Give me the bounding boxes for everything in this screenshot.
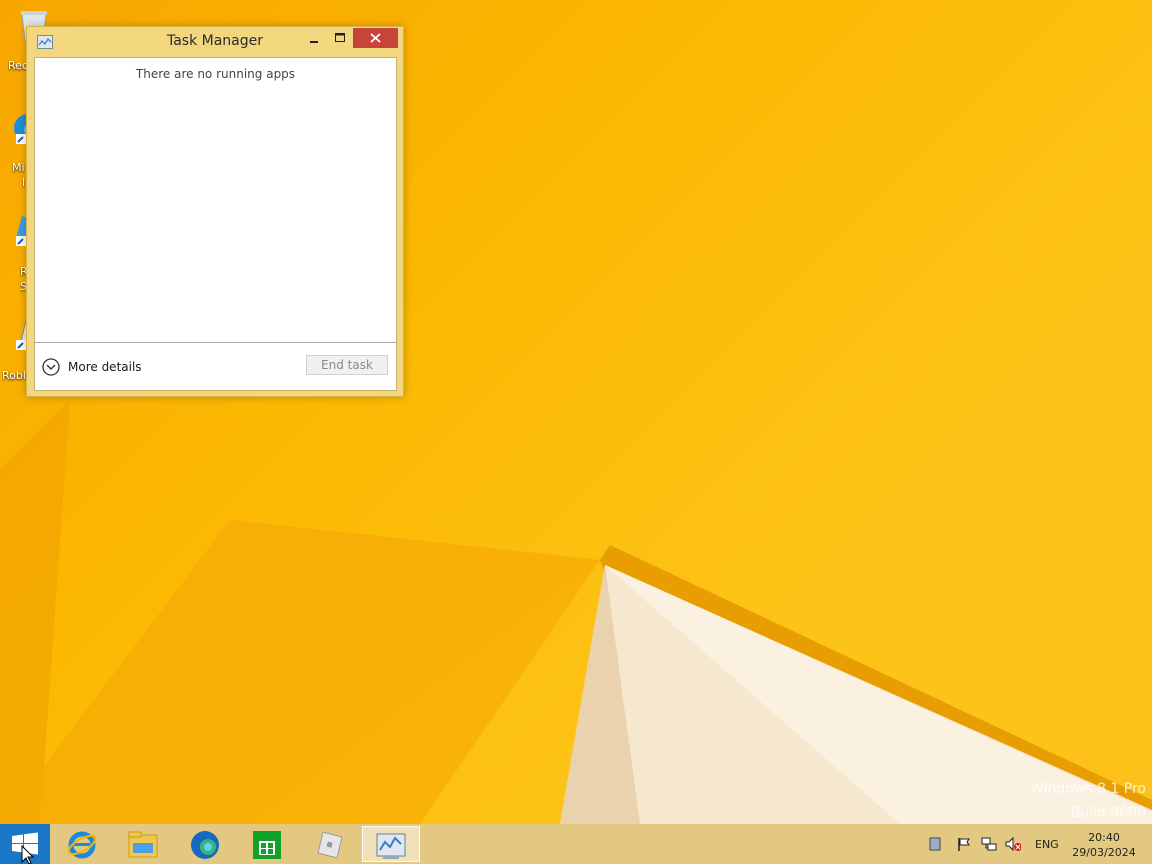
file-explorer-icon [128,831,158,858]
desktop-icon-label-line2: l [22,176,26,189]
taskbar: ENG 20:40 29/03/2024 [0,824,1152,865]
desktop: Rec Mi l R S Robl Windows 8.1 Pro Build … [0,0,1152,824]
windows-logo-icon [12,832,38,865]
more-details-toggle[interactable]: More details [42,357,142,377]
clock-date: 29/03/2024 [1072,846,1136,859]
desktop-icon-label: Mi [12,161,25,174]
store-icon [253,831,281,859]
close-button[interactable] [353,28,398,48]
close-icon [370,33,381,43]
chevron-down-circle-icon [42,358,60,376]
roblox-icon [317,831,343,859]
minimize-button[interactable] [301,28,327,48]
volume-muted-icon[interactable] [1005,836,1021,852]
task-manager-icon [376,833,406,859]
task-manager-client-area: There are no running apps More details E… [34,57,397,391]
taskbar-task-manager[interactable] [362,826,420,862]
clock-time: 20:40 [1088,831,1120,844]
edge-icon [191,831,219,859]
desktop-icon-label: Rec [8,59,28,72]
maximize-icon [335,33,345,42]
clock[interactable]: 20:40 29/03/2024 [1070,830,1138,860]
start-button[interactable] [0,824,50,865]
empty-state-text: There are no running apps [135,67,296,81]
internet-explorer-icon [67,831,97,859]
action-center-flag-icon[interactable] [956,836,972,852]
network-icon[interactable] [981,836,997,852]
more-details-label: More details [68,360,142,374]
touch-keyboard-icon[interactable] [927,836,943,852]
taskbar-microsoft-edge[interactable] [177,826,233,862]
windows-edition-watermark: Windows 8.1 Pro [1030,781,1146,797]
build-watermark: Build 9600 [1070,805,1146,821]
taskbar-store[interactable] [239,826,295,862]
minimize-icon [310,41,318,43]
task-manager-window: Task Manager There are no running apps M… [26,26,404,397]
title-bar[interactable]: Task Manager [27,27,403,57]
end-task-button[interactable]: End task [306,355,388,375]
taskbar-internet-explorer[interactable] [54,826,110,862]
input-language-indicator[interactable]: ENG [1035,838,1059,851]
footer-divider [35,342,396,343]
taskbar-roblox[interactable] [301,826,357,862]
desktop-icon-label: Robl [2,369,26,382]
taskbar-file-explorer[interactable] [115,826,171,862]
maximize-button[interactable] [327,28,353,48]
